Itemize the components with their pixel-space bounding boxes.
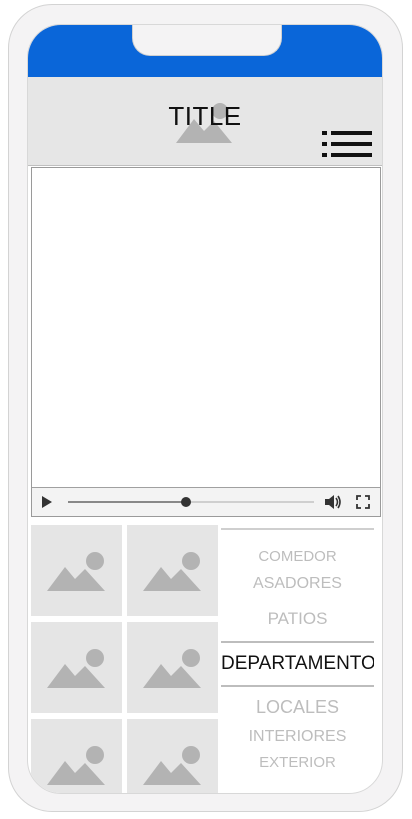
category-item-departamentos[interactable]: DEPARTAMENTOS <box>221 641 374 687</box>
category-item-interiores[interactable]: INTERIORES <box>221 726 374 748</box>
gallery-thumbnail[interactable] <box>127 719 218 793</box>
volume-icon[interactable] <box>324 494 342 510</box>
category-menu: COMEDOR ASADORES PATIOS DEPARTAMENTOS LOCALE… <box>221 528 374 793</box>
image-placeholder-icon <box>143 552 201 591</box>
gallery-thumbnail[interactable] <box>31 622 122 713</box>
gallery-thumbnail[interactable] <box>127 525 218 616</box>
category-item-locales[interactable]: LOCALES <box>221 692 374 722</box>
seek-handle[interactable] <box>181 497 192 507</box>
video-controls <box>32 487 380 516</box>
phone-notch <box>132 25 282 56</box>
gallery-thumbnail[interactable] <box>127 622 218 713</box>
image-placeholder-icon <box>47 552 105 591</box>
phone-screen: TITLE COMEDOR ASADORES PATIOS DEPARTAMEN… <box>27 24 383 794</box>
app-header: TITLE <box>28 77 382 166</box>
category-item-comedor[interactable]: COMEDOR <box>221 546 374 568</box>
image-placeholder-icon <box>47 746 105 785</box>
image-placeholder-icon <box>47 649 105 688</box>
category-item-exterior[interactable]: EXTERIOR <box>221 752 374 774</box>
seek-bar[interactable] <box>68 497 314 507</box>
page-title: TITLE <box>168 101 242 131</box>
video-player[interactable] <box>31 167 381 517</box>
fullscreen-icon[interactable] <box>356 495 370 509</box>
category-item-patios[interactable]: PATIOS <box>221 606 374 632</box>
image-placeholder-icon <box>143 746 201 785</box>
play-icon[interactable] <box>42 496 52 508</box>
image-gallery <box>31 525 219 793</box>
category-item-asadores[interactable]: ASADORES <box>221 572 374 596</box>
hamburger-menu-icon[interactable] <box>322 129 372 159</box>
gallery-thumbnail[interactable] <box>31 525 122 616</box>
gallery-thumbnail[interactable] <box>31 719 122 793</box>
seek-progress <box>68 501 187 503</box>
image-placeholder-icon <box>143 649 201 688</box>
